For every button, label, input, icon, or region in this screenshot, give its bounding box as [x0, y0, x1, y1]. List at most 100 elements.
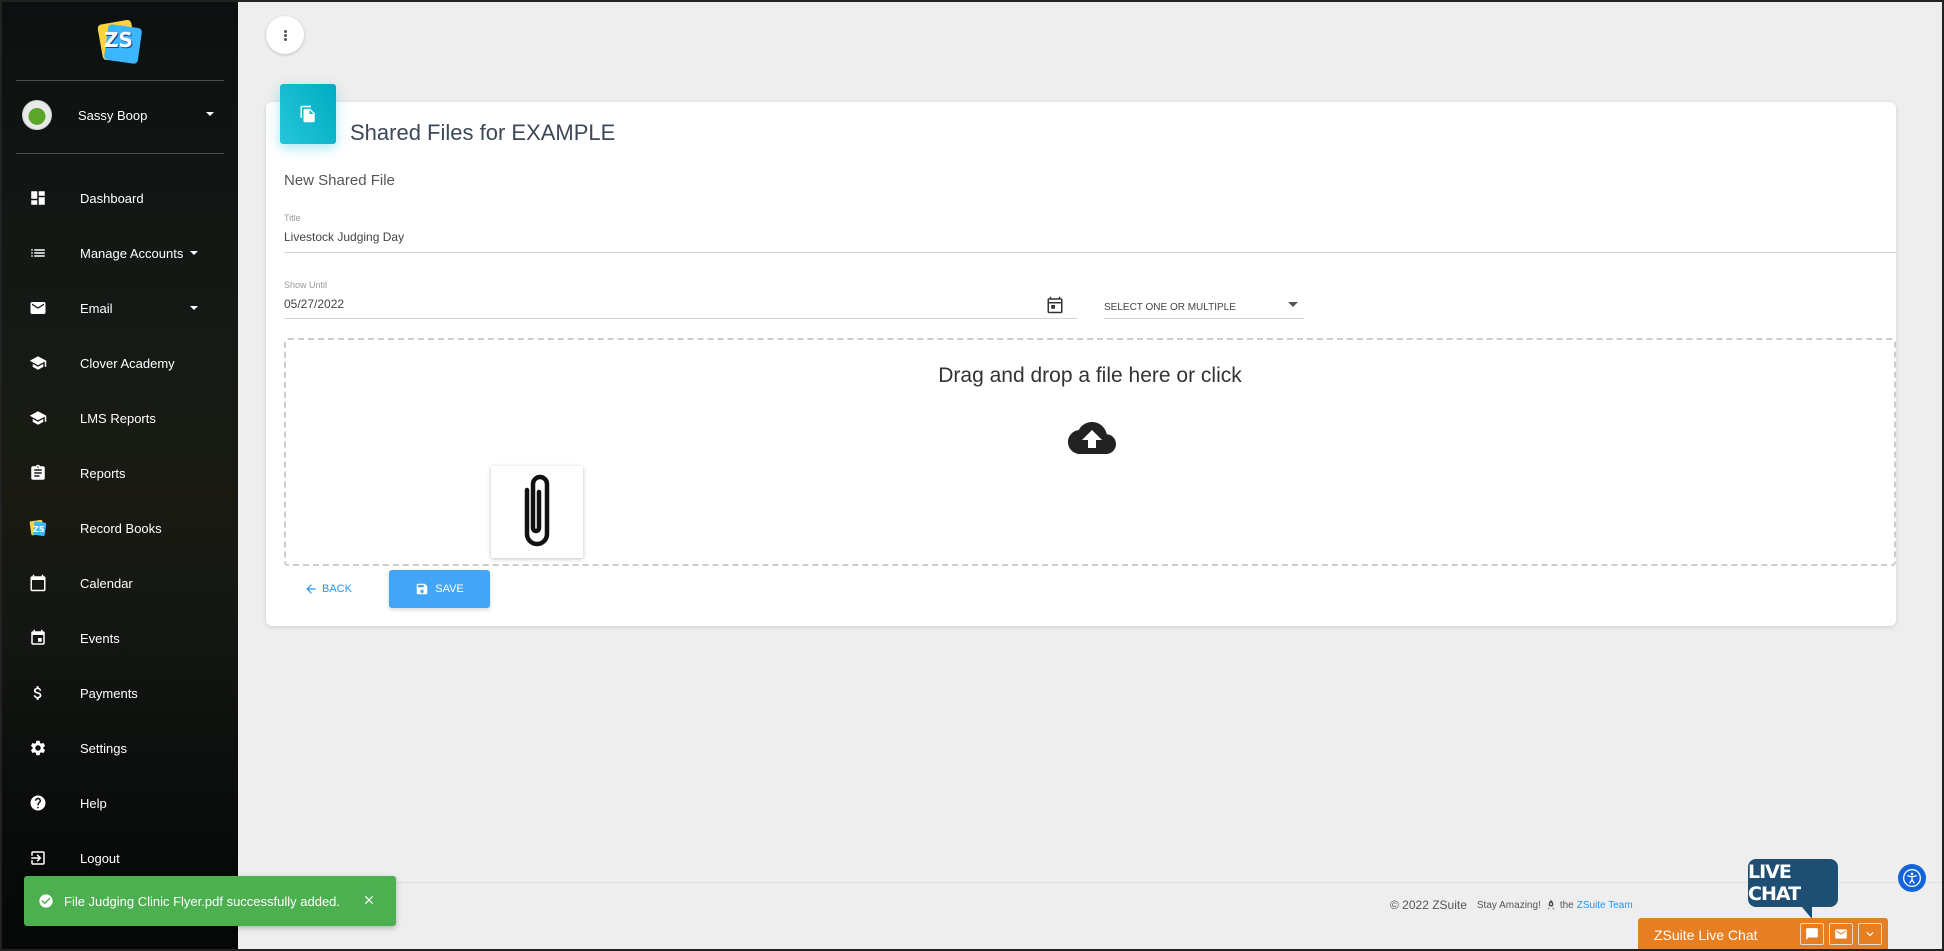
- chat-message-button[interactable]: [1800, 923, 1824, 945]
- zsuite-team-link[interactable]: ZSuite Team: [1577, 900, 1633, 911]
- check-circle-icon: [39, 894, 53, 908]
- title-field-label: Title: [284, 213, 301, 223]
- school-icon: [28, 408, 48, 428]
- back-button[interactable]: BACK: [304, 570, 374, 608]
- svg-text:ZS: ZS: [33, 524, 45, 534]
- sidebar-item-label: Record Books: [80, 520, 162, 536]
- sidebar-item-label: Email: [80, 300, 113, 316]
- sidebar-item-dashboard[interactable]: Dashboard: [0, 178, 238, 218]
- cloud-upload-icon: [1068, 420, 1116, 456]
- chevron-down-icon: [1866, 932, 1874, 937]
- audience-select[interactable]: SELECT ONE OR MULTIPLE: [1104, 296, 1304, 318]
- show-until-underline: [284, 318, 1077, 319]
- show-until-field[interactable]: 05/27/2022: [284, 297, 1034, 317]
- chat-icon: [1806, 928, 1818, 940]
- sidebar-item-manage-accounts[interactable]: Manage Accounts: [0, 233, 238, 273]
- rocket-icon: [1547, 900, 1555, 910]
- sidebar-item-label: LMS Reports: [80, 410, 156, 426]
- avatar: [22, 100, 52, 130]
- clipboard-icon: [28, 463, 48, 483]
- help-icon: [28, 793, 48, 813]
- sidebar-item-label: Settings: [80, 740, 127, 756]
- accessibility-button[interactable]: [1898, 864, 1926, 892]
- file-dropzone[interactable]: Drag and drop a file here or click: [284, 338, 1896, 566]
- sidebar-item-label: Reports: [80, 465, 126, 481]
- dollar-icon: [28, 683, 48, 703]
- show-until-label: Show Until: [284, 280, 328, 290]
- sidebar-item-reports[interactable]: Reports: [0, 453, 238, 493]
- more-vert-icon: [283, 33, 287, 37]
- sidebar-divider: [16, 153, 224, 154]
- sidebar-item-settings[interactable]: Settings: [0, 728, 238, 768]
- user-name: Sassy Boop: [78, 107, 148, 123]
- uploaded-file-thumbnail[interactable]: [491, 466, 583, 558]
- title-field-underline: [284, 252, 1896, 253]
- logout-icon: [28, 848, 48, 868]
- sidebar-item-label: Events: [80, 630, 120, 646]
- sidebar-item-calendar[interactable]: Calendar: [0, 563, 238, 603]
- calendar-icon[interactable]: [1046, 296, 1064, 314]
- accessibility-icon: [1903, 869, 1921, 887]
- save-icon: [416, 583, 428, 595]
- sidebar-item-lms-reports[interactable]: LMS Reports: [0, 398, 238, 438]
- sidebar-item-label: Help: [80, 795, 107, 811]
- file-copy-icon: [280, 84, 336, 144]
- live-chat-controls: [1800, 923, 1882, 945]
- save-button-label: SAVE: [435, 583, 464, 595]
- footer: © 2022 ZSuite Stay Amazing! the ZSuite T…: [1390, 898, 1633, 912]
- chat-minimize-button[interactable]: [1858, 923, 1882, 945]
- sidebar-item-events[interactable]: Events: [0, 618, 238, 658]
- dropzone-text: Drag and drop a file here or click: [938, 364, 1242, 387]
- success-toast: File Judging Clinic Flyer.pdf successful…: [24, 876, 396, 926]
- footer-the: the: [1559, 899, 1574, 911]
- sidebar-item-label: Dashboard: [80, 190, 144, 206]
- email-icon: [1835, 929, 1847, 939]
- caret-down-icon: [190, 251, 198, 255]
- sidebar-item-email[interactable]: Email: [0, 288, 238, 328]
- sidebar-item-logout[interactable]: Logout: [0, 838, 238, 878]
- email-icon: [28, 298, 48, 318]
- caret-down-icon: [1288, 302, 1298, 307]
- more-options-button[interactable]: [266, 16, 304, 54]
- copyright: © 2022 ZSuite: [1390, 898, 1467, 912]
- sidebar-item-payments[interactable]: Payments: [0, 673, 238, 713]
- close-icon[interactable]: [362, 893, 376, 907]
- paperclip-icon: [524, 474, 550, 547]
- list-icon: [28, 243, 48, 263]
- tagline: Stay Amazing!: [1476, 899, 1541, 911]
- live-chat-label: ZSuite Live Chat: [1654, 926, 1758, 943]
- chat-email-button[interactable]: [1829, 923, 1853, 945]
- sidebar-item-help[interactable]: Help: [0, 783, 238, 823]
- zsuite-logo[interactable]: ZS: [97, 19, 143, 65]
- save-button[interactable]: SAVE: [389, 570, 490, 608]
- sidebar-item-label: Manage Accounts: [80, 245, 184, 261]
- user-menu[interactable]: Sassy Boop: [22, 100, 222, 130]
- page-title: Shared Files for EXAMPLE: [350, 120, 616, 145]
- sidebar-item-clover-academy[interactable]: Clover Academy: [0, 343, 238, 383]
- arrow-back-icon: [306, 584, 316, 594]
- sidebar: ZS Sassy Boop Dashboard Manage Accounts …: [0, 0, 238, 951]
- calendar-icon: [28, 573, 48, 593]
- sidebar-item-record-books[interactable]: ZS Record Books: [0, 508, 238, 548]
- sidebar-item-label: Logout: [80, 850, 120, 866]
- zsuite-logo-icon: ZS: [28, 518, 48, 538]
- sidebar-item-label: Clover Academy: [80, 355, 175, 371]
- live-chat-bar[interactable]: ZSuite Live Chat: [1638, 918, 1888, 951]
- section-title: New Shared File: [284, 172, 395, 189]
- sidebar-item-label: Calendar: [80, 575, 133, 591]
- sidebar-divider: [16, 80, 224, 81]
- dashboard-icon: [28, 188, 48, 208]
- event-icon: [28, 628, 48, 648]
- logo-text: ZS: [104, 28, 133, 52]
- caret-down-icon: [206, 112, 214, 116]
- toast-message: File Judging Clinic Flyer.pdf successful…: [64, 893, 341, 909]
- footer-divider: [238, 882, 1944, 883]
- school-icon: [28, 353, 48, 373]
- select-placeholder: SELECT ONE OR MULTIPLE: [1104, 302, 1236, 313]
- back-button-label: BACK: [322, 583, 352, 595]
- live-chat-bubble[interactable]: LIVE CHAT: [1748, 859, 1838, 919]
- title-field[interactable]: Livestock Judging Day: [284, 230, 1896, 250]
- caret-down-icon: [190, 306, 198, 310]
- select-underline: [1104, 318, 1304, 319]
- gear-icon: [28, 738, 48, 758]
